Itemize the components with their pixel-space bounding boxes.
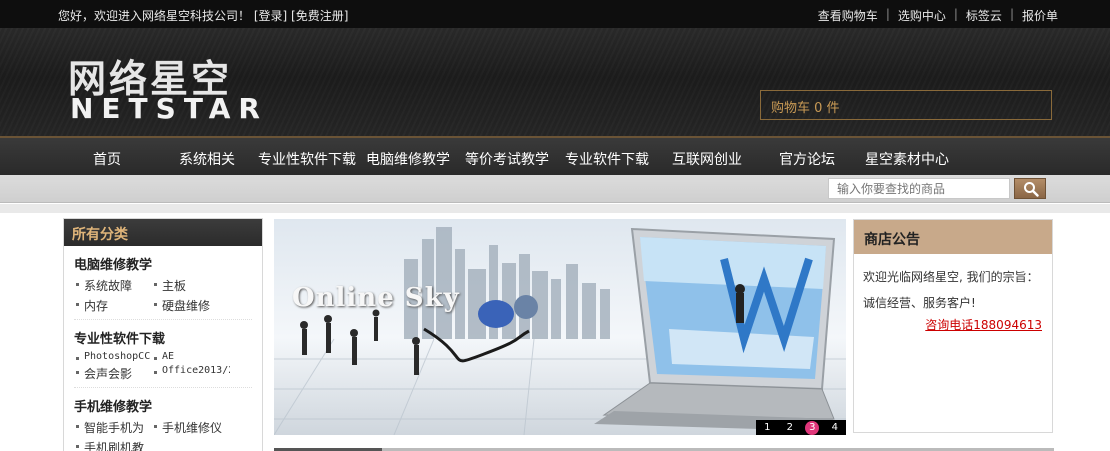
category-link[interactable]: 主板 — [152, 277, 230, 294]
nav-item-forum[interactable]: 官方论坛 — [779, 149, 835, 169]
nav-item-home[interactable]: 首页 — [93, 149, 121, 169]
top-links: 查看购物车 | 选购中心 | 标签云 | 报价单 — [818, 7, 1058, 24]
nav-item-pro-software[interactable]: 专业性软件下载 — [258, 149, 356, 169]
store-notice-panel: 商店公告 欢迎光临网络星空, 我们的宗旨： 诚信经营、服务客户! 咨询电话188… — [853, 219, 1053, 433]
nav-item-exam[interactable]: 等价考试教学 — [465, 149, 549, 169]
consult-phone-link[interactable]: 咨询电话188094613 — [925, 316, 1042, 333]
category-link[interactable]: 智能手机为 — [74, 419, 152, 436]
promo-banner[interactable]: Online Sky 1 2 3 4 — [274, 219, 846, 435]
category-link[interactable]: Office2013/2 — [152, 365, 230, 382]
site-header: 网络星空 NETSTAR 购物车 0 件 — [0, 28, 1110, 138]
category-title-pc-repair[interactable]: 电脑维修教学 — [74, 254, 252, 273]
search-input[interactable] — [828, 178, 1010, 199]
register-link[interactable]: [免费注册] — [291, 9, 348, 23]
tag-cloud-link[interactable]: 标签云 — [966, 7, 1002, 24]
notice-line-2: 诚信经营、服务客户! — [863, 296, 976, 310]
view-cart-link[interactable]: 查看购物车 — [818, 7, 878, 24]
category-link[interactable]: 会声会影 — [74, 365, 152, 382]
nav-item-assets[interactable]: 星空素材中心 — [865, 149, 949, 169]
quote-list-link[interactable]: 报价单 — [1022, 7, 1058, 24]
separator: | — [1009, 7, 1014, 21]
top-utility-bar: 您好，欢迎进入网络星空科技公司！ [登录] [免费注册] 查看购物车 | 选购中… — [0, 0, 1110, 28]
notice-line-1: 欢迎光临网络星空, 我们的宗旨： — [863, 270, 1039, 284]
category-group: 手机维修教学 智能手机为 手机维修仪 手机刷机教 — [64, 396, 262, 451]
category-link[interactable]: 手机维修仪 — [152, 419, 230, 436]
category-link[interactable]: 硬盘维修 — [152, 297, 230, 314]
logo-english[interactable]: NETSTAR — [70, 92, 268, 125]
category-title-pro-software[interactable]: 专业性软件下载 — [74, 328, 252, 347]
category-link[interactable]: PhotoshopCC — [74, 351, 152, 362]
separator: | — [953, 7, 958, 21]
search-button[interactable] — [1014, 178, 1046, 199]
category-group: 专业性软件下载 PhotoshopCC AE 会声会影 Office2013/2 — [64, 328, 262, 388]
login-link[interactable]: [登录] — [254, 9, 287, 23]
category-title-phone-repair[interactable]: 手机维修教学 — [74, 396, 252, 415]
category-panel-title: 所有分类 — [64, 219, 262, 246]
category-link[interactable]: 系统故障 — [74, 277, 152, 294]
category-items: 智能手机为 手机维修仪 手机刷机教 — [74, 419, 252, 451]
category-group: 电脑维修教学 系统故障 主板 内存 硬盘维修 — [64, 254, 262, 320]
banner-title: Online Sky — [292, 283, 460, 313]
category-panel: 所有分类 电脑维修教学 系统故障 主板 内存 硬盘维修 专业性软件下载 Phot… — [63, 218, 263, 451]
slide-dot-3[interactable]: 3 — [805, 420, 820, 435]
notice-title: 商店公告 — [854, 220, 1052, 254]
shopping-center-link[interactable]: 选购中心 — [898, 7, 946, 24]
category-link[interactable]: AE — [152, 351, 230, 362]
slide-pager: 1 2 3 4 — [756, 420, 846, 435]
slide-dot-4[interactable]: 4 — [828, 421, 842, 435]
nav-item-software-download[interactable]: 专业软件下载 — [565, 149, 649, 169]
category-items: 系统故障 主板 内存 硬盘维修 — [74, 277, 252, 320]
category-link[interactable]: 手机刷机教 — [74, 439, 152, 451]
cart-box[interactable]: 购物车 0 件 — [760, 90, 1052, 120]
nav-item-pc-repair[interactable]: 电脑维修教学 — [366, 149, 450, 169]
banner-image — [274, 227, 846, 435]
divider-strip — [0, 204, 1110, 213]
welcome-text: 您好，欢迎进入网络星空科技公司！ [登录] [免费注册] — [58, 7, 348, 24]
search-bar — [0, 175, 1110, 203]
greeting-text: 您好，欢迎进入网络星空科技公司！ — [58, 9, 251, 23]
category-items: PhotoshopCC AE 会声会影 Office2013/2 — [74, 351, 252, 388]
nav-item-internet-startup[interactable]: 互联网创业 — [672, 149, 742, 169]
nav-item-system[interactable]: 系统相关 — [179, 149, 235, 169]
search-icon — [1024, 182, 1039, 197]
slide-dot-1[interactable]: 1 — [760, 421, 774, 435]
main-nav: 首页 系统相关 专业性软件下载 电脑维修教学 等价考试教学 专业软件下载 互联网… — [0, 138, 1110, 175]
slide-dot-2[interactable]: 2 — [783, 421, 797, 435]
separator: | — [885, 7, 890, 21]
category-link[interactable]: 内存 — [74, 297, 152, 314]
